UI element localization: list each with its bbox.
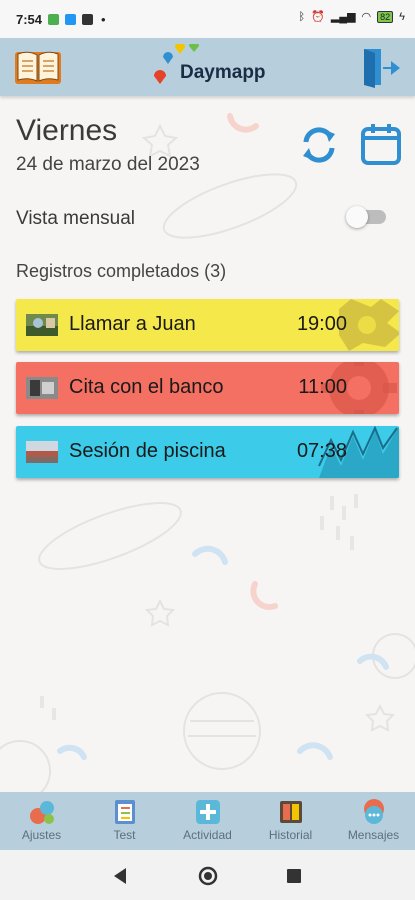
- nav-label: Historial: [268, 828, 313, 842]
- record-title: Sesión de piscina: [69, 440, 226, 462]
- completed-records-title: Registros completados (3): [16, 261, 227, 281]
- record-thumbnail: [26, 441, 58, 463]
- wifi-icon: ◠: [361, 11, 372, 23]
- checklist-icon: [114, 800, 135, 824]
- status-icons: ᛒ ⏰ ▂▄▆ ◠ 82 ϟ: [299, 10, 405, 23]
- recents-icon[interactable]: [287, 869, 301, 883]
- monthly-view-toggle[interactable]: [346, 206, 386, 228]
- record-time: 11:00: [298, 376, 347, 398]
- record-card[interactable]: Sesión de piscina 07:38: [16, 426, 399, 478]
- day-name: Viernes: [16, 114, 118, 147]
- system-navigation-bar: [0, 850, 415, 900]
- status-bar: 7:54 • ᛒ ⏰ ▂▄▆ ◠ 82 ϟ: [0, 0, 415, 38]
- charging-icon: ϟ: [399, 10, 405, 23]
- home-icon[interactable]: [198, 866, 218, 886]
- nav-label: Actividad: [183, 828, 232, 842]
- bluetooth-icon: ᛒ: [298, 10, 306, 23]
- notification-app-icon: [65, 13, 77, 25]
- plus-icon: [195, 800, 220, 824]
- battery-icon: 82: [377, 10, 394, 23]
- record-time: 07:38: [296, 440, 347, 462]
- diary-book-icon[interactable]: [14, 48, 62, 86]
- record-title: Cita con el banco: [69, 376, 224, 398]
- nav-test[interactable]: Test: [83, 796, 166, 846]
- toggle-knob: [346, 206, 368, 228]
- record-thumbnail: [26, 314, 58, 336]
- notification-app-icon: [82, 13, 94, 25]
- more-notifications-dot-icon: •: [101, 11, 106, 27]
- date-label: 24 de marzo del 2023: [16, 154, 200, 175]
- monthly-view-label: Vista mensual: [16, 208, 135, 229]
- daymapp-logo: Daymapp: [150, 44, 270, 90]
- record-time: 19:00: [296, 313, 347, 335]
- chat-icon: [363, 799, 384, 824]
- nav-label: Mensajes: [347, 828, 400, 842]
- nav-label: Ajustes: [21, 828, 62, 842]
- status-time: 7:54: [16, 11, 43, 27]
- record-card[interactable]: Cita con el banco 11:00: [16, 362, 399, 414]
- nav-activity[interactable]: Actividad: [166, 796, 249, 846]
- nav-settings[interactable]: Ajustes: [0, 796, 83, 846]
- history-icon: [279, 801, 302, 823]
- nav-messages[interactable]: Mensajes: [332, 796, 415, 846]
- exit-door-icon[interactable]: [361, 46, 401, 88]
- main-content: Viernes 24 de marzo del 2023 Vista mensu…: [0, 96, 415, 792]
- notification-app-icon: [48, 13, 60, 25]
- bottom-navigation: Ajustes Test Actividad Historial Mensaje…: [0, 792, 415, 850]
- settings-bubbles-icon: [29, 801, 54, 824]
- back-icon[interactable]: [114, 868, 128, 884]
- app-bar: Daymapp: [0, 38, 415, 96]
- calendar-icon[interactable]: [360, 122, 402, 166]
- nav-history[interactable]: Historial: [249, 796, 332, 846]
- record-thumbnail: [26, 377, 58, 399]
- alarm-icon: ⏰: [311, 11, 325, 23]
- refresh-icon[interactable]: [298, 124, 340, 166]
- signal-icon: ▂▄▆: [330, 11, 356, 23]
- nav-label: Test: [113, 828, 136, 842]
- record-card[interactable]: Llamar a Juan 19:00: [16, 299, 399, 351]
- logo-text: Daymapp: [180, 62, 266, 83]
- record-title: Llamar a Juan: [69, 313, 196, 335]
